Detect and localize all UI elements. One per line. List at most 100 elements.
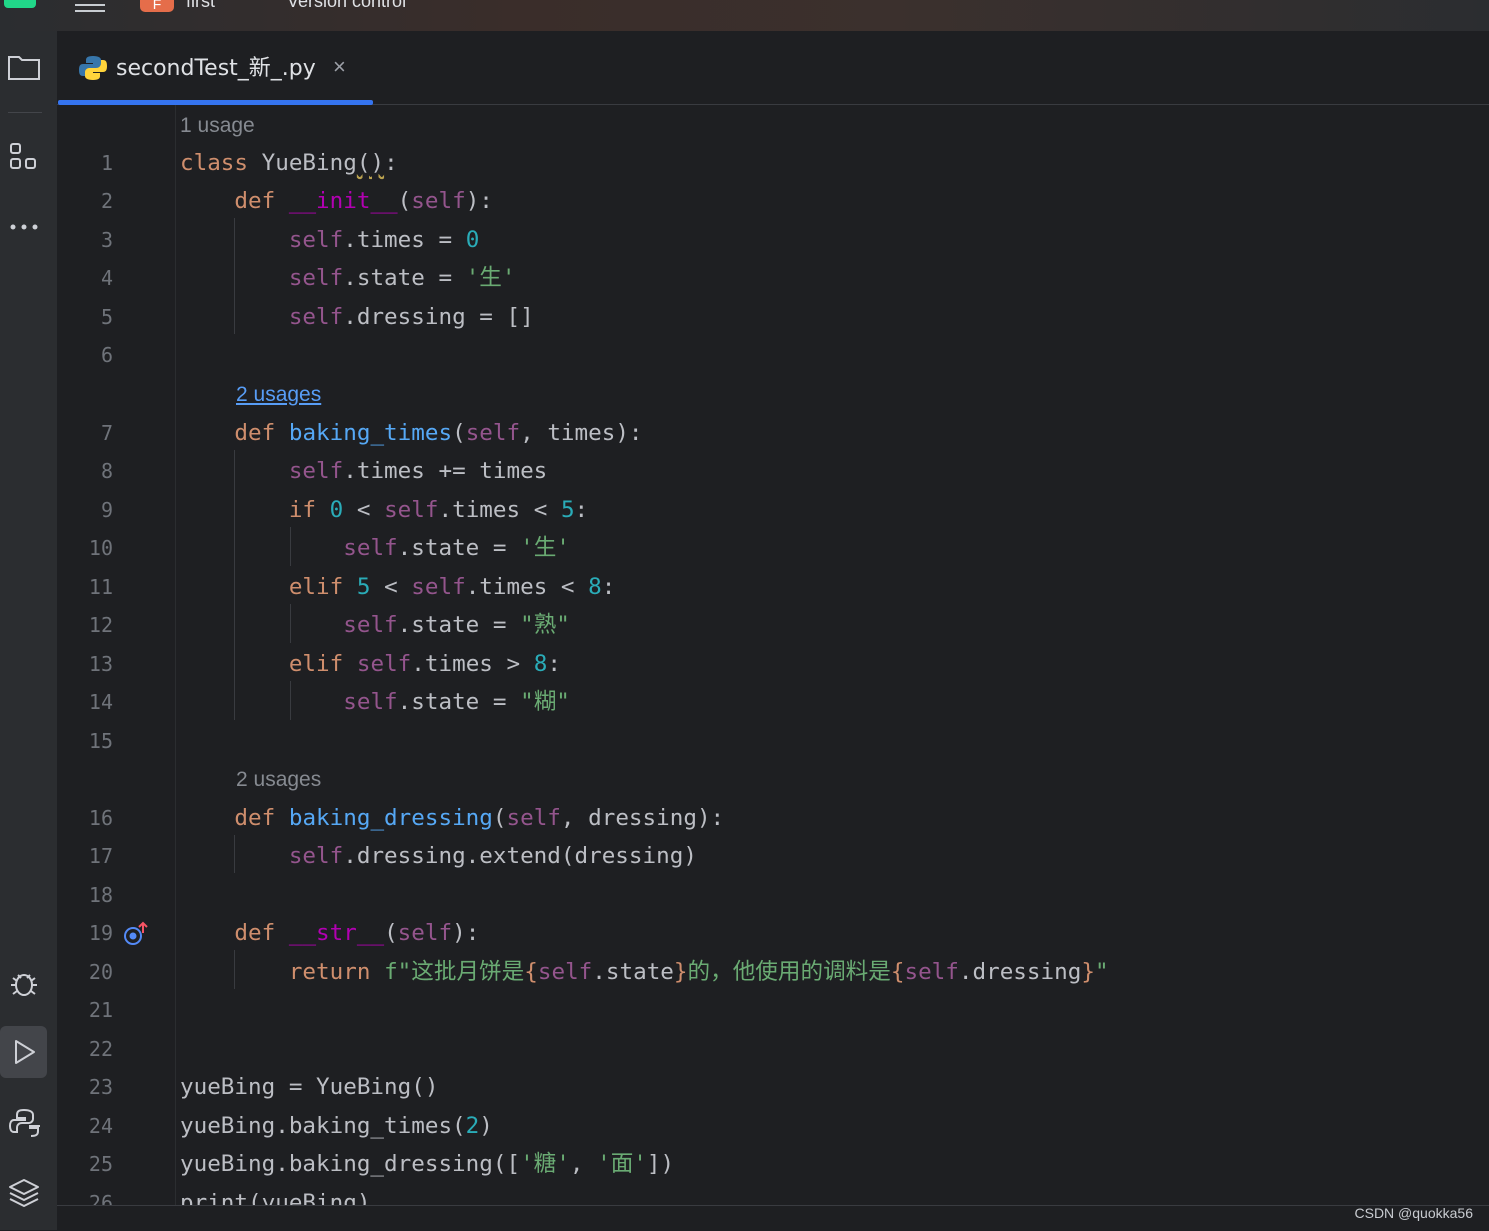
- code-line[interactable]: 25 yueBing.baking_dressing(['糖', '面']): [57, 1145, 1489, 1183]
- code-text: self.state = "糊": [343, 689, 570, 715]
- python-console-icon[interactable]: [4, 1103, 44, 1143]
- line-number: 18: [88, 883, 113, 907]
- code-line[interactable]: 11 elif 5 < self.times < 8:: [57, 568, 1489, 606]
- code-text: def __str__(self):: [234, 920, 480, 946]
- code-line[interactable]: 21: [57, 991, 1489, 1029]
- code-text: if 0 < self.times < 5:: [288, 497, 589, 523]
- code-line[interactable]: 15: [57, 722, 1489, 760]
- version-control-menu[interactable]: Version control: [287, 0, 406, 12]
- project-name[interactable]: first: [186, 0, 215, 12]
- code-text: print(yueBing): [180, 1190, 371, 1205]
- line-number: 5: [100, 305, 113, 329]
- code-line[interactable]: 3 self.times = 0: [57, 221, 1489, 259]
- code-line[interactable]: 26 print(yueBing): [57, 1184, 1489, 1205]
- code-text: yueBing.baking_dressing(['糖', '面']): [180, 1151, 675, 1177]
- line-number: 23: [88, 1075, 113, 1099]
- sidebar-divider: [8, 112, 42, 113]
- code-text: elif self.times > 8:: [288, 651, 561, 677]
- title-bar: F first Version control: [0, 0, 1489, 31]
- code-text: self.dressing = []: [288, 304, 534, 330]
- close-icon[interactable]: ×: [333, 53, 346, 81]
- code-line[interactable]: 5 self.dressing = []: [57, 298, 1489, 336]
- line-number: 26: [88, 1191, 113, 1205]
- code-line[interactable]: 18: [57, 876, 1489, 914]
- code-line[interactable]: 17 self.dressing.extend(dressing): [57, 837, 1489, 875]
- override-method-icon[interactable]: [123, 921, 149, 947]
- code-text: return f"这批月饼是{self.state}的，他使用的调料是{self…: [288, 959, 1109, 985]
- more-icon[interactable]: [4, 207, 44, 247]
- usage-hint[interactable]: 2 usages: [236, 761, 321, 799]
- line-number: 4: [100, 266, 113, 290]
- code-line[interactable]: 10 self.state = '生': [57, 529, 1489, 567]
- code-line[interactable]: 20 return f"这批月饼是{self.state}的，他使用的调料是{s…: [57, 953, 1489, 991]
- usage-hint-link[interactable]: 2 usages: [236, 376, 321, 414]
- line-number: 13: [88, 652, 113, 676]
- tab-label: secondTest_新_.py: [116, 56, 316, 81]
- structure-icon[interactable]: [4, 137, 44, 177]
- line-number: 8: [100, 459, 113, 483]
- code-line[interactable]: 24 yueBing.baking_times(2): [57, 1107, 1489, 1145]
- code-line[interactable]: 6: [57, 336, 1489, 374]
- code-text: self.state = '生': [288, 265, 516, 291]
- code-text: self.times += times: [288, 458, 548, 484]
- code-text: self.state = "熟": [343, 612, 570, 638]
- line-number: 20: [88, 960, 113, 984]
- code-text: def baking_dressing(self, dressing):: [234, 805, 725, 831]
- line-number: 19: [88, 921, 113, 945]
- python-file-icon: [79, 56, 107, 80]
- code-text: def __init__(self):: [234, 188, 493, 214]
- code-line[interactable]: 14 self.state = "糊": [57, 683, 1489, 721]
- code-text: self.times = 0: [288, 227, 480, 253]
- code-line[interactable]: 7 def baking_times(self, times):: [57, 414, 1489, 452]
- main-menu-icon[interactable]: [75, 0, 105, 12]
- line-number: 15: [88, 729, 113, 753]
- code-text: yueBing = YueBing(): [180, 1074, 439, 1100]
- layers-icon[interactable]: [4, 1173, 44, 1213]
- code-text: yueBing.baking_times(2): [180, 1113, 493, 1139]
- line-number: 17: [88, 844, 113, 868]
- code-line[interactable]: 1 class YueBing():: [57, 144, 1489, 182]
- code-line[interactable]: 23 yueBing = YueBing(): [57, 1068, 1489, 1106]
- code-text: elif 5 < self.times < 8:: [288, 574, 616, 600]
- line-number: 22: [88, 1037, 113, 1061]
- code-line[interactable]: 4 self.state = '生': [57, 259, 1489, 297]
- line-number: 25: [88, 1152, 113, 1176]
- app-logo-icon[interactable]: [4, 0, 36, 8]
- code-line[interactable]: 8 self.times += times: [57, 452, 1489, 490]
- line-number: 24: [88, 1114, 113, 1138]
- line-number: 10: [88, 536, 113, 560]
- line-number: 16: [88, 806, 113, 830]
- project-badge[interactable]: F: [140, 0, 174, 12]
- code-text: self.dressing.extend(dressing): [288, 843, 697, 869]
- code-line[interactable]: 19 def __str__(self):: [57, 914, 1489, 952]
- line-number: 21: [88, 998, 113, 1022]
- code-line[interactable]: 13 elif self.times > 8:: [57, 645, 1489, 683]
- code-text: self.state = '生': [343, 535, 570, 561]
- folder-icon[interactable]: [4, 47, 44, 87]
- code-text: class YueBing():: [180, 150, 398, 176]
- watermark: CSDN @quokka56: [1354, 1205, 1474, 1221]
- code-editor[interactable]: 1 usage 2 usages 2 usages 1 class YueBin…: [57, 105, 1489, 1205]
- code-line[interactable]: 12 self.state = "熟": [57, 606, 1489, 644]
- horizontal-scrollbar[interactable]: [57, 1205, 1489, 1231]
- tab-secondtest[interactable]: secondTest_新_.py ×: [57, 31, 373, 105]
- code-text: def baking_times(self, times):: [234, 420, 643, 446]
- line-number: 9: [100, 498, 113, 522]
- tool-window-bar: [0, 31, 58, 1230]
- line-number: 6: [100, 343, 113, 367]
- line-number: 12: [88, 613, 113, 637]
- line-number: 14: [88, 690, 113, 714]
- code-line[interactable]: 2 def __init__(self):: [57, 182, 1489, 220]
- code-line[interactable]: 9 if 0 < self.times < 5:: [57, 491, 1489, 529]
- code-line[interactable]: 22: [57, 1030, 1489, 1068]
- line-number: 3: [100, 228, 113, 252]
- line-number: 11: [88, 575, 113, 599]
- line-number: 7: [100, 421, 113, 445]
- usage-hint[interactable]: 1 usage: [180, 107, 255, 145]
- line-number: 2: [100, 189, 113, 213]
- debug-icon[interactable]: [4, 963, 44, 1003]
- run-icon[interactable]: [0, 1026, 47, 1078]
- editor-tab-bar: secondTest_新_.py ×: [57, 31, 1489, 105]
- line-number: 1: [100, 151, 113, 175]
- code-line[interactable]: 16 def baking_dressing(self, dressing):: [57, 799, 1489, 837]
